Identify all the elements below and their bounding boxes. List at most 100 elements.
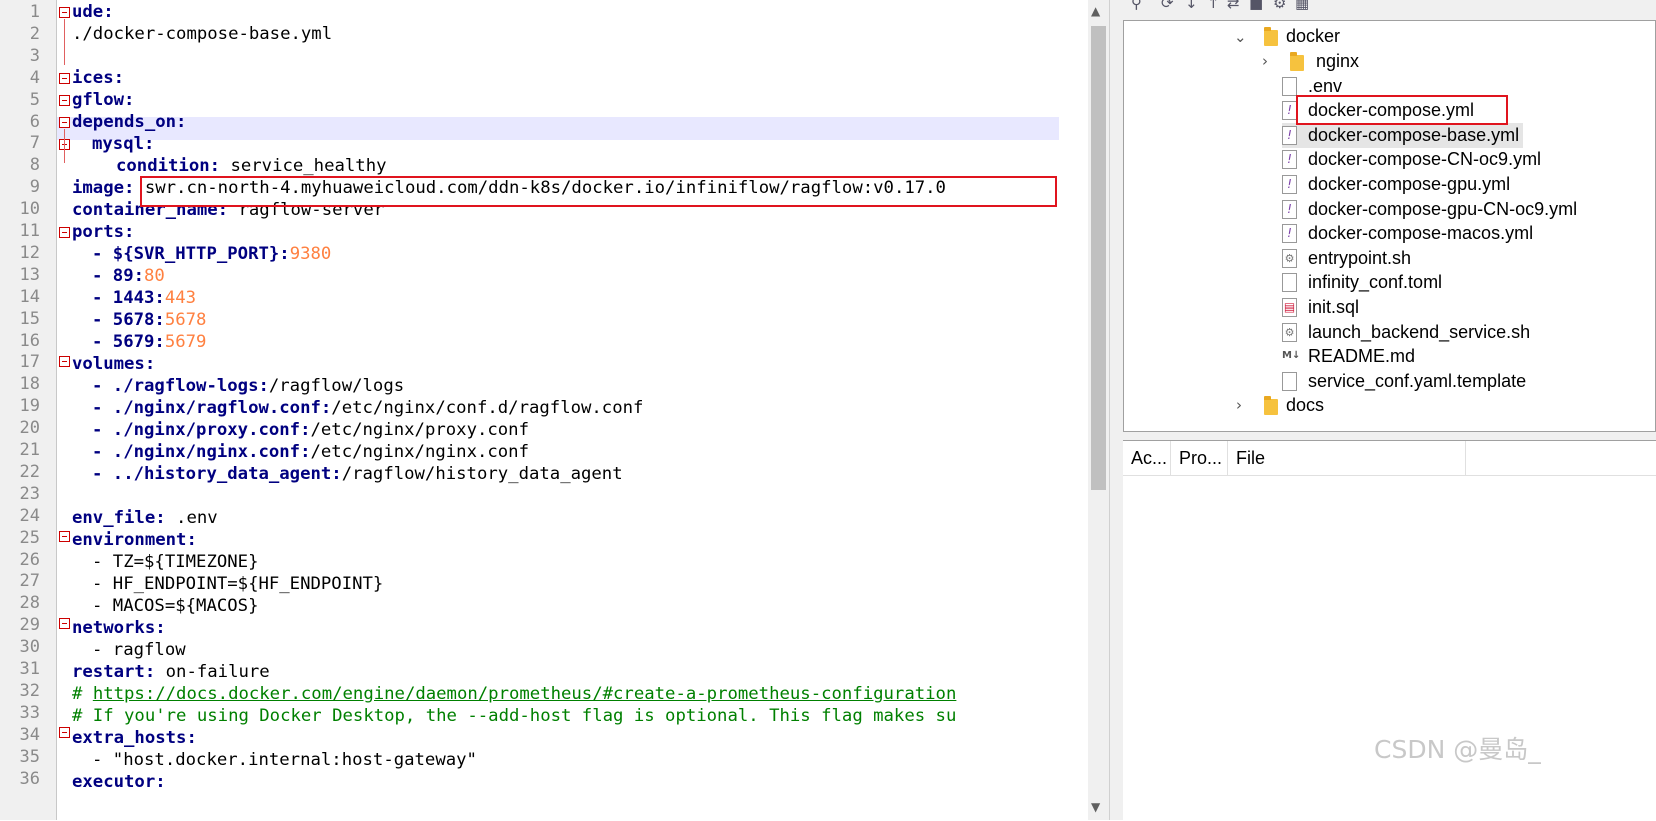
fold-toggle-icon[interactable] — [59, 117, 70, 128]
fold-toggle-icon[interactable] — [59, 356, 70, 367]
fold-toggle-icon[interactable] — [59, 618, 70, 629]
image-highlight-box — [140, 176, 1057, 207]
yaml-key: - 1443: — [92, 288, 165, 308]
code-line-8: condition: service_healthy — [116, 155, 387, 178]
grid-icon[interactable]: ▦ — [1295, 0, 1309, 12]
code-line-34: extra_hosts: — [72, 727, 197, 750]
arrow-down-icon[interactable]: ↓ — [1185, 0, 1198, 12]
tree-item-label: docker-compose-base.yml — [1308, 124, 1520, 145]
scroll-down-icon[interactable]: ▼ — [1091, 800, 1100, 814]
yaml-key: image: — [72, 178, 135, 198]
line-number: 20 — [19, 418, 40, 439]
line-number: 10 — [19, 199, 40, 220]
code-line-15: - 5678:5678 — [92, 309, 206, 332]
column-header-file[interactable]: File — [1228, 441, 1466, 475]
code-line-5: gflow: — [72, 89, 134, 112]
watermark: CSDN @曼岛_ — [1374, 735, 1541, 764]
yaml-key: ude: — [72, 2, 114, 22]
yaml-key: networks: — [72, 618, 166, 638]
line-number: 8 — [29, 155, 40, 176]
comment-link[interactable]: https://docs.docker.com/engine/daemon/pr… — [93, 684, 957, 704]
yaml-value: - MACOS=${MACOS} — [92, 596, 259, 616]
line-number: 31 — [19, 659, 40, 679]
code-line-29: networks: — [72, 617, 166, 640]
yaml-key: environment: — [72, 530, 197, 550]
fold-toggle-icon[interactable] — [59, 73, 70, 84]
code-line-32: # https://docs.docker.com/engine/daemon/… — [72, 683, 956, 706]
file-file-icon — [1282, 273, 1297, 293]
comment: # — [72, 684, 93, 704]
arrow-up-icon[interactable]: ↑ — [1207, 0, 1220, 12]
yaml-value: /ragflow/history_data_agent — [341, 464, 623, 484]
yaml-value: - "host.docker.internal:host-gateway" — [92, 750, 477, 770]
yml-file-icon: ! — [1282, 101, 1297, 121]
stop-icon[interactable]: ■ — [1249, 0, 1263, 12]
port-number: 443 — [164, 288, 197, 308]
fold-toggle-icon[interactable] — [59, 727, 70, 738]
yaml-key: volumes: — [72, 354, 156, 374]
line-number: 23 — [19, 483, 40, 504]
code-line-20: - ./nginx/proxy.conf:/etc/nginx/proxy.co… — [92, 419, 529, 442]
tree-item-label: docker-compose-gpu.yml — [1308, 174, 1511, 194]
fold-toggle-icon[interactable] — [59, 227, 70, 238]
fold-toggle-icon[interactable] — [59, 531, 70, 542]
file-file-icon — [1282, 76, 1297, 96]
yaml-key: mysql: — [92, 134, 155, 154]
code-line-26: - TZ=${TIMEZONE} — [92, 551, 258, 574]
line-number: 22 — [19, 461, 40, 482]
line-number: 9 — [29, 177, 40, 198]
pin-icon[interactable]: ⚲ — [1131, 0, 1142, 12]
panel-splitter[interactable] — [1109, 0, 1124, 820]
code-line-36: executor: — [72, 771, 166, 794]
scroll-up-icon[interactable]: ▲ — [1091, 4, 1100, 18]
column-header-action[interactable]: Ac... — [1123, 441, 1171, 475]
code-line-1: ude: — [72, 1, 114, 24]
line-number: 19 — [19, 396, 40, 417]
column-header-project[interactable]: Pro... — [1171, 441, 1228, 475]
tree-item-label: nginx — [1316, 51, 1360, 71]
file-tree[interactable]: ⌄ docker › nginx .env! docker-compose.yml! d… — [1123, 20, 1656, 432]
file-file-icon — [1282, 371, 1297, 391]
sync-icon[interactable]: ⇄ — [1227, 0, 1240, 12]
line-number: 35 — [19, 746, 40, 767]
code-line-13: - 89:80 — [92, 265, 165, 288]
code-line-22: - ../history_data_agent:/ragflow/history… — [92, 463, 623, 486]
scrollbar-thumb[interactable] — [1091, 26, 1106, 490]
yaml-value: /etc/nginx/proxy.conf — [310, 420, 530, 440]
tree-file-item[interactable]: ! docker-compose-base.yml — [1282, 122, 1523, 148]
tree-item-label: entrypoint.sh — [1308, 247, 1412, 268]
line-number: 14 — [19, 286, 40, 307]
editor-vertical-scrollbar[interactable]: ▲ ▼ — [1088, 0, 1109, 820]
yaml-value: - HF_ENDPOINT=${HF_ENDPOINT} — [92, 574, 384, 594]
sh-file-icon: ⚙ — [1282, 248, 1297, 268]
code-line-17: volumes: — [72, 353, 155, 376]
chevron-right-icon[interactable]: › — [1262, 49, 1268, 74]
tree-item-label: README.md — [1308, 346, 1416, 367]
file-highlight-box — [1296, 95, 1508, 125]
line-number: 18 — [19, 374, 40, 395]
line-number: 33 — [19, 702, 40, 723]
fold-toggle-icon[interactable] — [59, 95, 70, 106]
code-editor[interactable]: 1 2 3 4 5 6 7 8 9 10 11 12 13 14 15 16 17 18 19 20 21 22 23 24 2… — [0, 0, 1059, 820]
tree-item-label: docker — [1286, 26, 1341, 46]
yaml-value: service_healthy — [220, 156, 387, 176]
fold-toggle-icon[interactable] — [59, 7, 70, 18]
chevron-down-icon[interactable]: ⌄ — [1234, 25, 1247, 50]
code-line-18: - ./ragflow-logs:/ragflow/logs — [92, 375, 404, 398]
chevron-right-icon[interactable]: › — [1236, 393, 1242, 418]
code-line-28: - MACOS=${MACOS} — [92, 595, 258, 618]
yaml-key: - ./nginx/proxy.conf: — [92, 420, 311, 440]
line-number: 27 — [19, 571, 40, 592]
code-line-2: ./docker-compose-base.yml — [72, 23, 332, 46]
sql-file-icon: ▤ — [1282, 298, 1297, 317]
yml-file-icon: ! — [1282, 175, 1297, 194]
yaml-value: /ragflow/logs — [268, 376, 405, 396]
code-line-21: - ./nginx/nginx.conf:/etc/nginx/nginx.co… — [92, 441, 529, 464]
line-number: 29 — [19, 615, 40, 636]
gear-icon[interactable]: ⚙ — [1273, 0, 1286, 12]
line-number: 26 — [19, 549, 40, 570]
column-header-row: Ac... Pro... File — [1123, 441, 1656, 476]
yml-file-icon: ! — [1282, 199, 1297, 219]
line-number: 25 — [19, 527, 40, 548]
refresh-icon[interactable]: ⟳ — [1161, 0, 1174, 12]
